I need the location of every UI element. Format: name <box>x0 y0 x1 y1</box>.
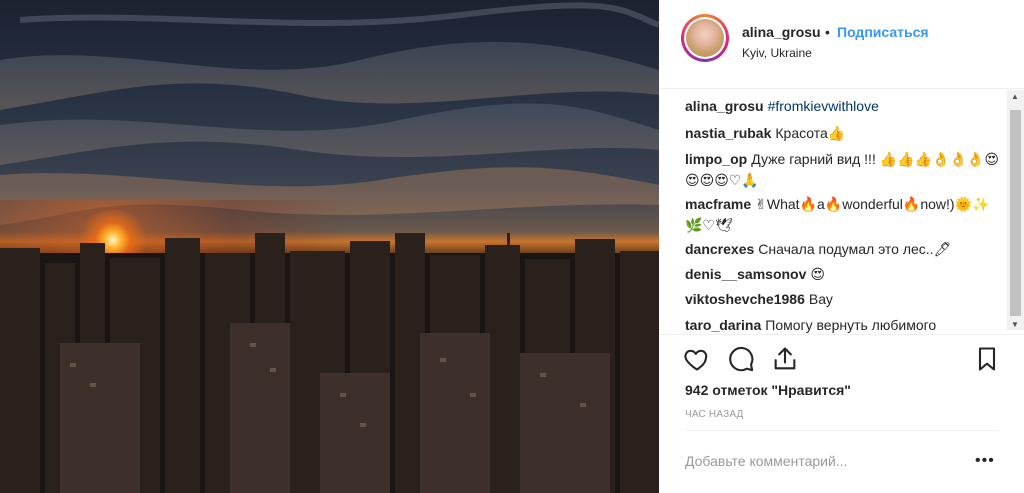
comment-username[interactable]: denis__samsonov <box>685 266 806 282</box>
avatar[interactable] <box>681 14 729 62</box>
list-item: nastia_rubak Красота👍 <box>685 123 1001 144</box>
city-skyline <box>0 233 659 493</box>
comment-username[interactable]: nastia_rubak <box>685 125 771 141</box>
author-username[interactable]: alina_grosu <box>742 24 821 40</box>
post-actions-bar <box>659 334 1024 385</box>
comment-text: 😍 <box>810 266 825 282</box>
more-options-icon[interactable]: ••• <box>975 452 995 470</box>
comment-username[interactable]: limpo_op <box>685 151 747 167</box>
list-item: alina_grosu #fromkievwithlove <box>685 96 1001 117</box>
comment-username[interactable]: macframe <box>685 196 751 212</box>
comments-list: alina_grosu #fromkievwithlove nastia_ruba… <box>659 88 1007 334</box>
comment-username[interactable]: taro_darina <box>685 317 761 333</box>
post-timestamp[interactable]: ЧАС НАЗАД <box>685 409 744 420</box>
add-comment-input[interactable]: Добавьте комментарий... <box>685 453 847 469</box>
post-location[interactable]: Kyiv, Ukraine <box>742 46 812 60</box>
comment-username[interactable]: viktoshevche1986 <box>685 291 805 307</box>
comment-icon[interactable] <box>727 345 757 375</box>
share-icon[interactable] <box>771 345 801 375</box>
heart-icon[interactable] <box>683 345 713 375</box>
separator-dot: • <box>825 24 830 40</box>
list-item: taro_darina Помогу вернуть любимого <box>685 315 1001 334</box>
comment-text: Красота👍 <box>775 125 846 141</box>
comment-text: Помогу вернуть любимого <box>765 317 937 333</box>
comment-text: Сначала подумал это лес..🖊 <box>758 241 952 257</box>
comment-username[interactable]: dancrexes <box>685 241 754 257</box>
scroll-up-arrow-icon[interactable]: ▲ <box>1011 92 1019 101</box>
bookmark-icon[interactable] <box>973 345 1003 375</box>
scroll-down-arrow-icon[interactable]: ▼ <box>1011 320 1019 329</box>
post-details-panel: alina_grosu • Подписаться Kyiv, Ukraine … <box>659 0 1024 493</box>
follow-button[interactable]: Подписаться <box>837 24 929 40</box>
list-item: dancrexes Сначала подумал это лес..🖊 <box>685 239 1001 260</box>
comment-text: Вау <box>808 291 833 307</box>
likes-count[interactable]: 942 отметок "Нравится" <box>685 382 851 398</box>
comment-username[interactable]: alina_grosu <box>685 98 764 114</box>
post-photo[interactable] <box>0 0 659 493</box>
list-item: denis__samsonov 😍 <box>685 264 1001 285</box>
post-header: alina_grosu • Подписаться Kyiv, Ukraine <box>659 0 1024 89</box>
list-item: limpo_op Дуже гарний вид !!! 👍👍👍👌👌👌😍😍😍😍♡🙏 <box>685 149 1001 191</box>
scrollbar-thumb[interactable] <box>1010 110 1021 316</box>
list-item: macframe ✌What🔥a🔥wonderful🔥now!)🌞✨🌿♡🕊 <box>685 194 1001 236</box>
divider <box>685 430 998 431</box>
hashtag-link[interactable]: #fromkievwithlove <box>768 98 879 114</box>
list-item: viktoshevche1986 Вау <box>685 289 1001 310</box>
